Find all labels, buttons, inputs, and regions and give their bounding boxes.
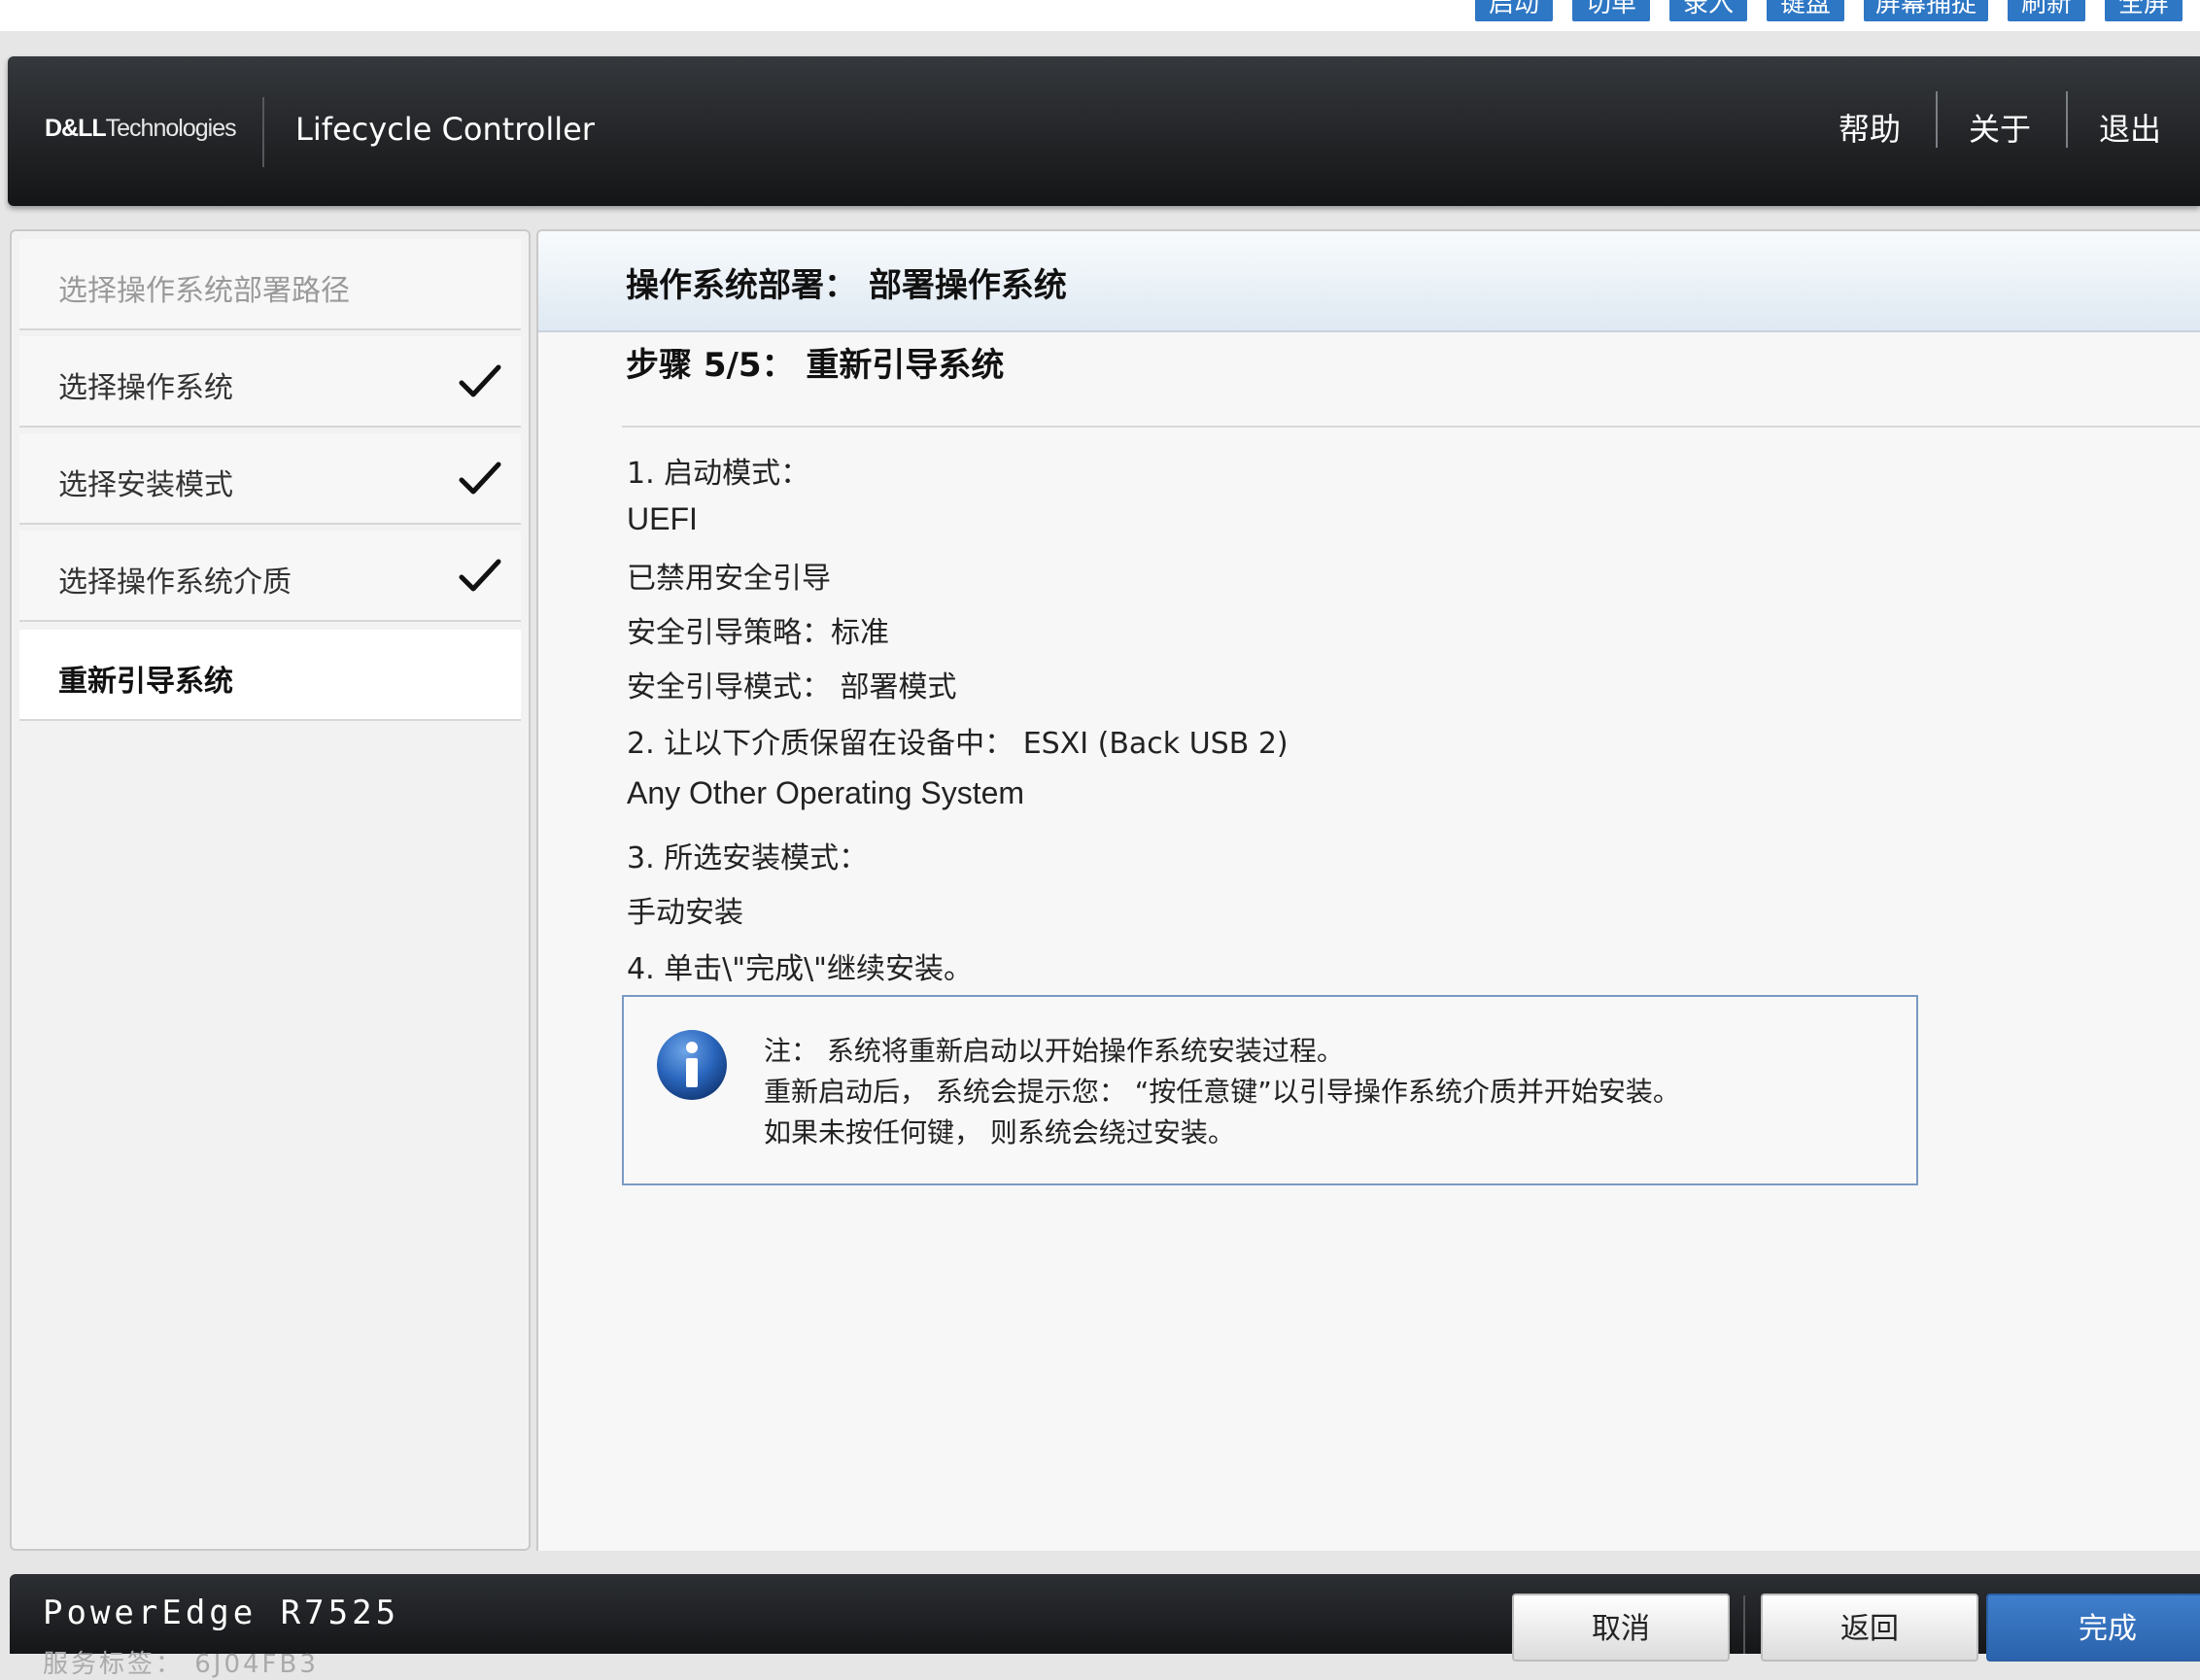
step-title: 步骤 5/5： 重新引导系统	[626, 346, 1005, 385]
page-title: 操作系统部署： 部署操作系统	[626, 266, 1067, 305]
instruction-finish: 4. 单击\"完成\"继续安装。	[627, 952, 973, 986]
toolbar-button-screen-capture[interactable]: 屏幕捕捉	[1864, 0, 1988, 21]
section-divider	[622, 426, 2200, 428]
sidebar-item-reboot-system[interactable]: 重新引导系统	[19, 630, 521, 721]
app-title: Lifecycle Controller	[295, 111, 595, 148]
logo-brand: D&LL	[45, 115, 107, 142]
note-box: 注： 系统将重新启动以开始操作系统安装过程。 重新启动后， 系统会提示您： “按…	[622, 995, 1918, 1185]
header-link-divider	[1936, 91, 1938, 148]
note-line: 如果未按任何键， 则系统会绕过安装。	[764, 1116, 1235, 1149]
secure-boot-status: 已禁用安全引导	[627, 562, 831, 596]
cancel-button[interactable]: 取消	[1512, 1594, 1730, 1662]
boot-mode-value: UEFI	[627, 501, 698, 536]
toolbar-button-boot[interactable]: 启动	[1475, 0, 1553, 21]
checkmark-icon	[459, 462, 501, 495]
virtual-console-toolbar: 启动 切单 录入 键盘 屏幕捕捉 刷新 全屏	[0, 0, 2200, 31]
toolbar-button-keyboard[interactable]: 键盘	[1767, 0, 1844, 21]
logo-suffix: Technologies	[105, 115, 237, 142]
toolbar-button-fullscreen[interactable]: 全屏	[2105, 0, 2183, 21]
header-link-divider	[2066, 91, 2068, 148]
info-icon	[657, 1030, 727, 1100]
note-line: 注： 系统将重新启动以开始操作系统安装过程。	[764, 1035, 1344, 1067]
sidebar-item-label: 选择操作系统介质	[58, 566, 292, 600]
help-link[interactable]: 帮助	[1839, 105, 1901, 150]
wizard-steps-sidebar: 选择操作系统部署路径 选择操作系统 选择安装模式 选择操作系统介质 重新引导系统	[10, 229, 531, 1551]
instruction-boot-mode: 1. 启动模式：	[627, 457, 810, 491]
sidebar-item-label: 选择操作系统	[58, 371, 233, 405]
sidebar-item-select-os[interactable]: 选择操作系统	[19, 336, 521, 428]
app-footer: PowerEdge R7525 服务标签： 6J04FB3 取消 返回 完成	[10, 1574, 2200, 1679]
secure-boot-policy: 安全引导策略：标准	[627, 616, 889, 650]
sidebar-item-install-mode[interactable]: 选择安装模式	[19, 433, 521, 525]
install-mode-value: 手动安装	[627, 896, 743, 930]
service-tag: 服务标签： 6J04FB3	[43, 1650, 319, 1679]
finish-button[interactable]: 完成	[1986, 1594, 2200, 1662]
footer-button-divider	[1743, 1595, 1745, 1654]
sidebar-item-os-media[interactable]: 选择操作系统介质	[19, 531, 521, 622]
toolbar-button-record[interactable]: 录入	[1669, 0, 1747, 21]
header-divider	[262, 97, 264, 167]
checkmark-icon	[459, 364, 501, 397]
sidebar-item-label: 重新引导系统	[58, 665, 233, 699]
os-selection: Any Other Operating System	[627, 775, 1025, 810]
checkmark-icon	[459, 559, 501, 592]
toolbar-button-refresh[interactable]: 刷新	[2008, 0, 2085, 21]
toolbar-button-switch[interactable]: 切单	[1572, 0, 1650, 21]
back-button[interactable]: 返回	[1761, 1594, 1978, 1662]
sidebar-item-label: 选择操作系统部署路径	[58, 274, 350, 308]
instruction-install-mode: 3. 所选安装模式：	[627, 841, 869, 875]
app-header: D&LLTechnologies Lifecycle Controller 帮助…	[8, 56, 2200, 206]
exit-link[interactable]: 退出	[2099, 105, 2161, 150]
main-panel: 操作系统部署： 部署操作系统 步骤 5/5： 重新引导系统 1. 启动模式： U…	[536, 229, 2200, 1551]
instruction-media: 2. 让以下介质保留在设备中： ESXI (Back USB 2)	[627, 727, 1289, 761]
dell-technologies-logo: D&LLTechnologies	[45, 115, 237, 143]
server-model: PowerEdge R7525	[43, 1594, 400, 1632]
sidebar-item-deployment-path: 选择操作系统部署路径	[19, 239, 521, 330]
about-link[interactable]: 关于	[1969, 105, 2031, 150]
main-header: 操作系统部署： 部署操作系统	[538, 231, 2200, 332]
sidebar-item-label: 选择安装模式	[58, 468, 233, 502]
note-line: 重新启动后， 系统会提示您： “按任意键”以引导操作系统介质并开始安装。	[764, 1076, 1680, 1108]
secure-boot-mode: 安全引导模式： 部署模式	[627, 670, 957, 704]
